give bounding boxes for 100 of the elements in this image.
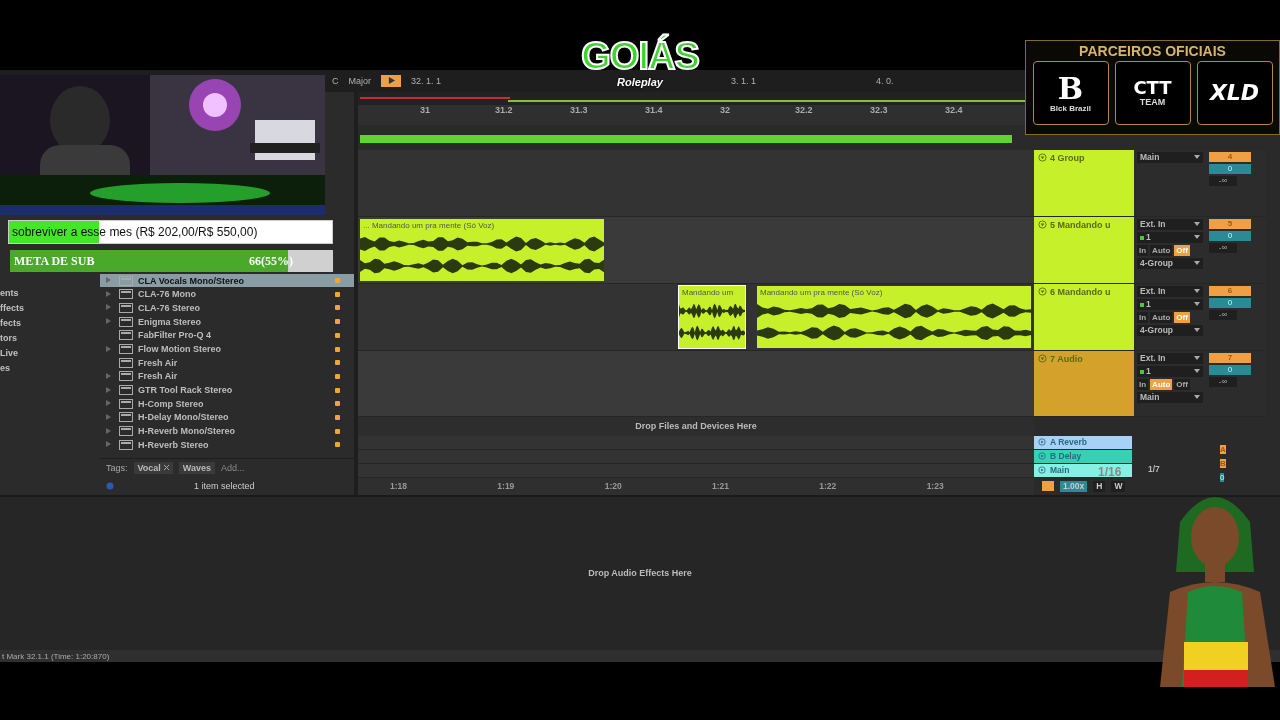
monitor-button[interactable]: Off [1174,378,1190,390]
plugin-icon [119,385,133,396]
audio-clip[interactable]: Mandando um [679,285,745,348]
volume-field[interactable]: 0 [1209,364,1251,375]
input-dropdown[interactable]: Ext. In [1137,352,1203,364]
browser-category[interactable]: Live [0,345,100,360]
tag[interactable]: Vocal [133,461,173,474]
partner-logo: XLD [1196,61,1273,125]
browser-item[interactable]: CLA-76 Stereo [100,301,354,315]
tag[interactable]: Waves [178,461,216,474]
browser-category[interactable]: fects [0,315,100,330]
monitor-button[interactable]: Auto [1150,311,1173,323]
volume-field[interactable]: 0 [1209,163,1251,174]
audio-clip[interactable]: Mandando um pra mente (Só Voz) [757,285,1031,348]
output-dropdown[interactable]: Main [1137,391,1203,403]
input-dropdown[interactable]: Ext. In [1137,218,1203,230]
input-dropdown[interactable]: Ext. In [1137,285,1203,297]
browser-item[interactable]: CLA Vocals Mono/Stereo [100,273,354,288]
close-icon[interactable] [163,465,169,471]
track-header[interactable]: 4 Group [1034,149,1134,217]
browser-item[interactable]: Flow Motion Stereo [100,342,354,356]
scale-selector[interactable]: Major [348,75,371,86]
browser-item[interactable]: GTR Tool Rack Stereo [100,383,354,397]
expand-arrow-icon[interactable] [106,345,111,352]
plugin-icon [119,398,133,409]
dropdown-caret-icon [1194,155,1200,160]
tags-label: Tags: [106,462,128,473]
return-track-header[interactable]: A Reverb [1034,435,1132,450]
browser-category[interactable]: es [0,360,100,375]
bar-number: 31.3 [570,104,589,117]
monitor-button[interactable]: In [1137,244,1149,256]
help-icon[interactable] [106,481,114,490]
time-label: 1:19 [497,481,516,492]
expand-arrow-icon[interactable] [106,414,111,420]
browser-item[interactable]: CLA-76 Mono [100,287,354,302]
plugin-icon [119,330,133,341]
input-level-icon [1140,370,1144,375]
track-name: B Delay [1050,451,1082,462]
track-name: 5 Mandando u [1050,219,1111,230]
channel-dropdown[interactable]: 1 [1137,298,1203,310]
logo-subtitle: Roleplay [617,76,663,89]
view-button[interactable]: W [1111,480,1126,492]
output-dropdown[interactable]: Main [1137,151,1203,163]
browser-item[interactable]: H-Delay Mono/Stereo [100,410,354,425]
loop-length-field[interactable]: 4. 0. [876,75,894,86]
browser-item[interactable]: H-Comp Stereo [100,396,354,411]
partner-logo: CTT TEAM [1114,61,1191,125]
fold-icon[interactable] [1038,219,1047,229]
key-selector[interactable]: C [332,75,339,86]
plugin-icon [119,344,133,355]
play-icon [1038,438,1046,447]
clip-title: ... Mandando um pra mente (Só Voz) [362,219,496,232]
position-field[interactable]: 32. 1. 1 [411,75,442,86]
dropdown-caret-icon [1194,328,1200,333]
browser-item[interactable]: H-Reverb Stereo [100,438,354,452]
browser-category[interactable]: ffects [0,300,100,315]
view-button[interactable]: H [1093,480,1106,492]
plugin-icon [119,289,133,300]
device-drop-hint: Drop Audio Effects Here [588,568,692,579]
plugin-icon [119,316,133,327]
bar-number: 32.2 [795,104,814,117]
track-header[interactable]: 6 Mandando u [1034,283,1134,351]
output-dropdown[interactable]: 4-Group [1137,324,1203,336]
browser-category[interactable]: ents [0,285,100,300]
fold-icon[interactable] [1038,286,1047,296]
volume-field[interactable]: 0 [1220,472,1225,482]
plugin-icon [119,426,133,437]
output-dropdown[interactable]: 4-Group [1137,257,1203,269]
browser-item[interactable]: Enigma Stereo [100,314,354,329]
monitor-button[interactable]: Auto [1150,244,1173,256]
volume-field[interactable]: 0 [1209,230,1251,241]
clip-title: Mandando um [681,286,735,299]
loop-start-field[interactable]: 3. 1. 1 [731,75,757,86]
peak-level: -∞ [1209,376,1237,387]
browser-category[interactable]: tors [0,330,100,345]
channel-dropdown[interactable]: 1 [1137,231,1203,243]
peak-level: -∞ [1209,175,1237,186]
dropdown-caret-icon [1194,289,1200,294]
fold-icon[interactable] [1038,152,1047,162]
play-icon [1038,466,1046,475]
audio-clip[interactable]: ... Mandando um pra mente (Só Voz) [360,218,604,281]
speaker-icon[interactable] [1042,481,1054,492]
fold-icon[interactable] [1038,353,1047,363]
input-level-icon [1140,236,1144,241]
plugin-icon [119,439,133,450]
tag-input[interactable]: Add... [221,462,245,473]
channel-dropdown[interactable]: 1 [1137,365,1203,377]
browser-item[interactable]: H-Reverb Mono/Stereo [100,424,354,438]
browser-item[interactable]: FabFilter Pro-Q 4 [100,328,354,343]
monitor-button[interactable]: In [1137,311,1149,323]
browser-item[interactable]: Fresh Air [100,369,354,384]
monitor-button[interactable]: In [1137,378,1149,390]
volume-field[interactable]: 0 [1209,297,1251,308]
partners-title: PARCEIROS OFICIAIS [1079,42,1226,61]
sub-goal-label: META DE SUB [14,253,95,269]
track-header[interactable]: 5 Mandando u [1034,216,1134,284]
play-icon [1038,452,1046,461]
play-button[interactable] [381,74,401,87]
browser-item[interactable]: Fresh Air [100,355,354,370]
track-name: A Reverb [1050,437,1087,448]
